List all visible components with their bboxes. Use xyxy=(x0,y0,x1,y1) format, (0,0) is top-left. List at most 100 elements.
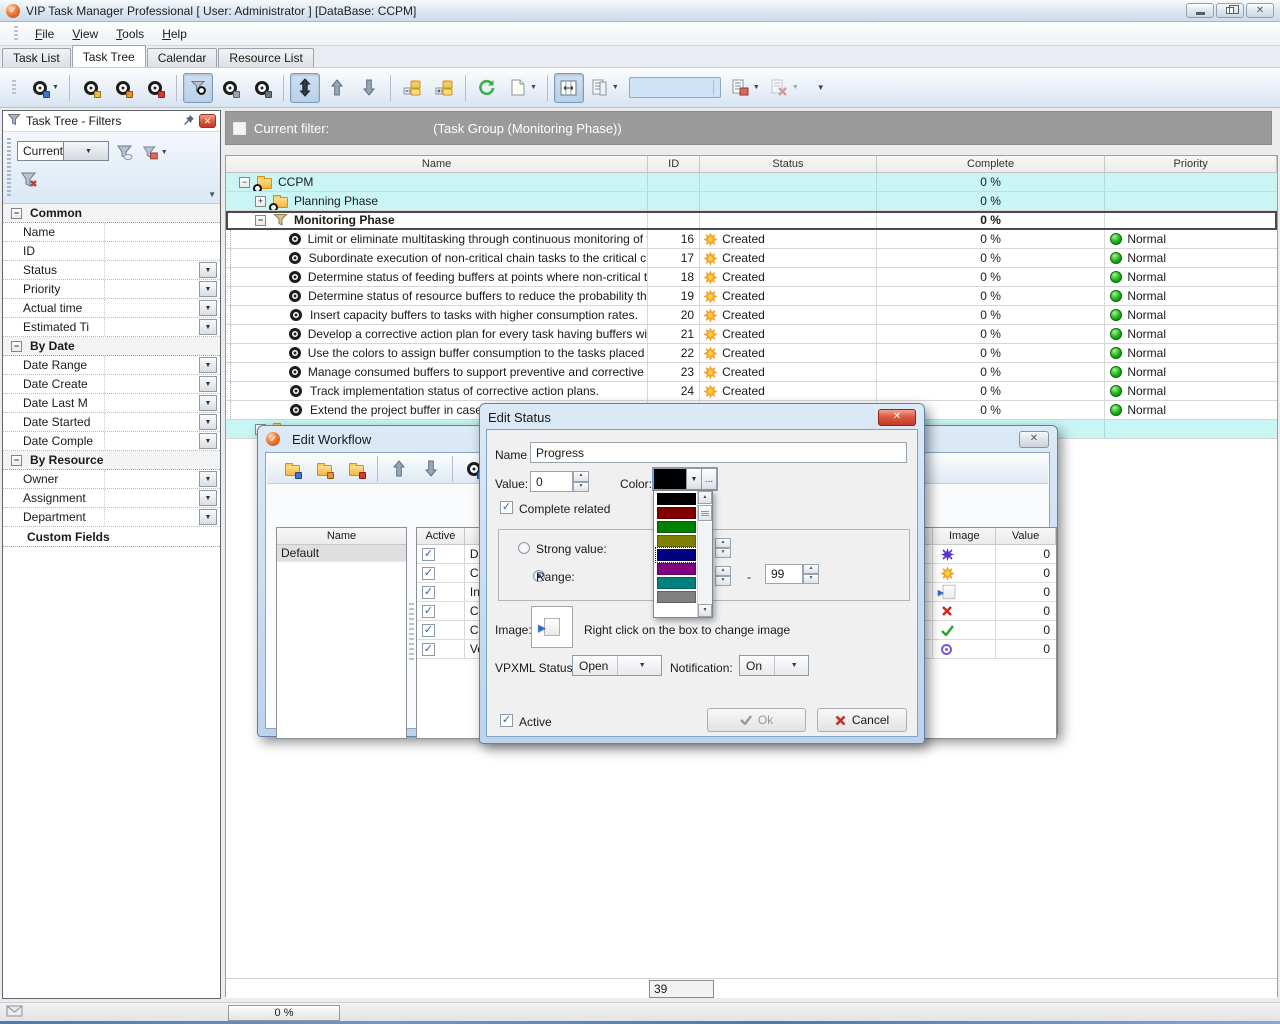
move-status-down-button[interactable] xyxy=(416,456,446,482)
restore-button[interactable] xyxy=(1216,3,1244,18)
name-cell[interactable]: Limit or eliminate multitasking through … xyxy=(226,230,648,248)
close-button[interactable]: ✕ xyxy=(1246,3,1274,18)
filter-field-date-last-m[interactable]: Date Last M▼ xyxy=(3,394,220,413)
filter-section-common[interactable]: −Common xyxy=(3,204,220,223)
edit-group-button[interactable] xyxy=(309,456,339,482)
collapse-icon[interactable]: − xyxy=(239,177,250,188)
clear-filter-button[interactable] xyxy=(17,168,43,192)
complete-cell[interactable]: 0 % xyxy=(877,173,1106,191)
active-checkbox[interactable]: ✓ xyxy=(422,548,435,561)
menu-file[interactable]: File xyxy=(26,24,63,44)
column-header-name[interactable]: Name xyxy=(226,156,648,172)
complete-cell[interactable]: 0 % xyxy=(877,344,1106,362)
chevron-down-icon[interactable]: ▼ xyxy=(199,376,217,392)
export-button[interactable]: ▼ xyxy=(504,73,541,103)
range-to-input[interactable]: 99 xyxy=(765,564,803,584)
move-status-up-button[interactable] xyxy=(384,456,414,482)
task-row[interactable]: Limit or eliminate multitasking through … xyxy=(226,230,1277,249)
expand-all-button[interactable] xyxy=(429,73,459,103)
delete-task-button[interactable] xyxy=(140,73,170,103)
filter-field-date-create[interactable]: Date Create▼ xyxy=(3,375,220,394)
task-row[interactable]: Determine status of resource buffers to … xyxy=(226,287,1277,306)
id-cell[interactable]: 19 xyxy=(648,287,700,305)
status-cell[interactable]: Created xyxy=(700,306,877,324)
chevron-down-icon[interactable]: ▼ xyxy=(199,414,217,430)
name-cell[interactable]: Determine status of resource buffers to … xyxy=(226,287,648,305)
palette-color-swatch[interactable] xyxy=(657,521,696,533)
priority-cell[interactable] xyxy=(1105,420,1277,438)
id-cell[interactable] xyxy=(648,173,700,191)
move-down-button[interactable] xyxy=(354,73,384,103)
task-row[interactable]: Track implementation status of correctiv… xyxy=(226,382,1277,401)
delete-layout-button[interactable]: ▼ xyxy=(766,73,803,103)
column-header-priority[interactable]: Priority xyxy=(1105,156,1277,172)
active-checkbox[interactable]: ✓ xyxy=(500,714,513,727)
palette-scrollbar[interactable]: ▲ ▼ xyxy=(697,491,712,617)
palette-color-swatch[interactable] xyxy=(657,535,696,547)
active-checkbox[interactable]: ✓ xyxy=(422,643,435,656)
id-cell[interactable]: 23 xyxy=(648,363,700,381)
complete-cell[interactable]: 0 % xyxy=(877,325,1106,343)
task-row[interactable]: Manage consumed buffers to support preve… xyxy=(226,363,1277,382)
chevron-down-icon[interactable]: ▼ xyxy=(199,357,217,373)
custom-fields-section[interactable]: Custom Fields xyxy=(3,527,220,547)
expand-icon[interactable]: + xyxy=(255,196,266,207)
move-up-button[interactable] xyxy=(322,73,352,103)
sort-toggle-button[interactable] xyxy=(290,73,320,103)
priority-cell[interactable] xyxy=(1105,173,1277,191)
palette-color-swatch[interactable] xyxy=(657,493,696,505)
menu-view[interactable]: View xyxy=(63,24,107,44)
priority-cell[interactable]: Normal xyxy=(1105,401,1277,419)
id-cell[interactable]: 16 xyxy=(648,230,700,248)
palette-color-swatch[interactable] xyxy=(657,577,696,589)
scroll-up-icon[interactable]: ▲ xyxy=(698,491,712,504)
id-cell[interactable] xyxy=(648,192,700,210)
tab-calendar[interactable]: Calendar xyxy=(147,48,218,67)
status-cell[interactable]: Created xyxy=(700,230,877,248)
spin-up-icon[interactable]: ▲ xyxy=(573,471,589,482)
filter-field-date-started[interactable]: Date Started▼ xyxy=(3,413,220,432)
status-name-input[interactable]: Progress xyxy=(530,442,907,463)
id-cell[interactable]: 20 xyxy=(648,306,700,324)
status-cell[interactable]: Created xyxy=(700,344,877,362)
filter-field-id[interactable]: ID xyxy=(3,242,220,261)
priority-cell[interactable]: Normal xyxy=(1105,363,1277,381)
scroll-down-icon[interactable]: ▼ xyxy=(698,604,712,617)
palette-color-swatch[interactable] xyxy=(657,507,696,519)
collapse-icon[interactable]: − xyxy=(255,215,266,226)
filter-field-estimated-ti[interactable]: Estimated Ti▼ xyxy=(3,318,220,337)
chevron-down-icon[interactable]: ▼ xyxy=(199,300,217,316)
task-row[interactable]: Develop a corrective action plan for eve… xyxy=(226,325,1277,344)
collapse-icon[interactable]: − xyxy=(11,455,22,466)
complete-cell[interactable]: 0 % xyxy=(877,382,1106,400)
notification-combo[interactable]: On▼ xyxy=(739,655,809,676)
collapse-icon[interactable]: − xyxy=(11,208,22,219)
column-header-status[interactable]: Status xyxy=(700,156,877,172)
status-value-input[interactable]: 0 xyxy=(530,471,573,492)
filter-field-status[interactable]: Status▼ xyxy=(3,261,220,280)
new-task-button[interactable]: ▼ xyxy=(26,73,63,103)
priority-cell[interactable] xyxy=(1105,211,1277,229)
delete-group-button[interactable] xyxy=(341,456,371,482)
strong-value-spinner[interactable]: ▲▼ xyxy=(715,538,731,558)
priority-cell[interactable]: Normal xyxy=(1105,230,1277,248)
range-from-spinner[interactable]: ▲▼ xyxy=(715,566,731,586)
task-row[interactable]: Determine status of feeding buffers at p… xyxy=(226,268,1277,287)
status-cell[interactable]: Created xyxy=(700,287,877,305)
active-cell[interactable]: ✓ xyxy=(417,621,465,639)
column-header-id[interactable]: ID xyxy=(648,156,700,172)
id-cell[interactable]: 17 xyxy=(648,249,700,267)
priority-cell[interactable] xyxy=(1105,192,1277,210)
name-cell[interactable]: −Monitoring Phase xyxy=(226,211,648,229)
complete-cell[interactable]: 0 % xyxy=(877,211,1106,229)
active-cell[interactable]: ✓ xyxy=(417,583,465,601)
ok-button[interactable]: Ok xyxy=(707,708,806,732)
filter-preset-combo[interactable]: Current ▼ xyxy=(17,141,109,161)
name-cell[interactable]: Determine status of feeding buffers at p… xyxy=(226,268,648,286)
save-layout-button[interactable]: ▼ xyxy=(727,73,764,103)
fit-columns-button[interactable] xyxy=(554,73,584,103)
pin-icon[interactable] xyxy=(183,114,195,129)
filter-field-date-comple[interactable]: Date Comple▼ xyxy=(3,432,220,451)
group-row[interactable]: −Monitoring Phase 0 % xyxy=(226,211,1277,230)
color-dropdown-button[interactable]: ▼ xyxy=(687,468,702,490)
